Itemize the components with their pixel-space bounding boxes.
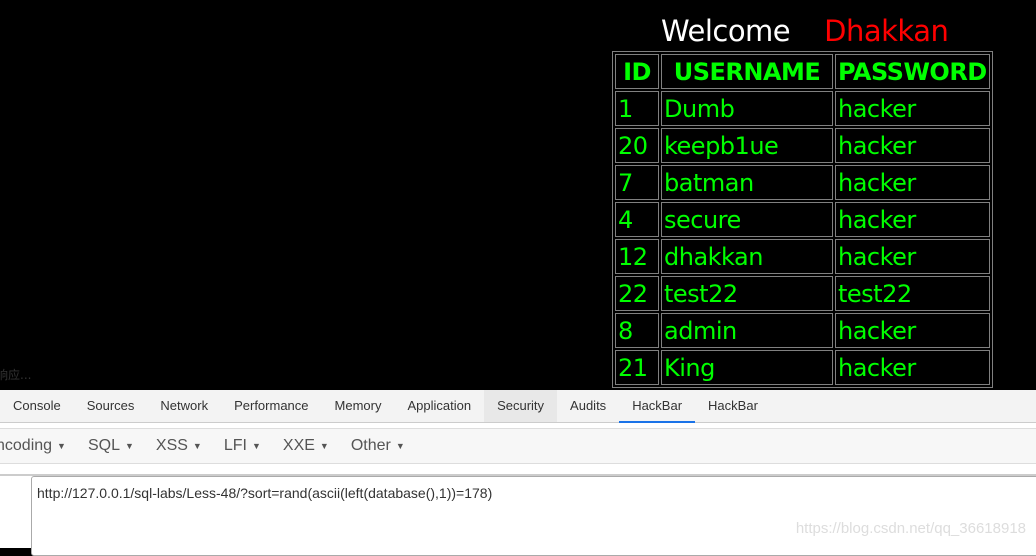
users-table: ID USERNAME PASSWORD 1 Dumb hacker 20 keepb1… [612, 51, 993, 388]
cell-id: 1 [615, 91, 659, 126]
web-page: Welcome Dhakkan ID USERNAME PASSWORD 1 Dum… [0, 0, 1036, 390]
status-text: 响应... [0, 368, 32, 382]
welcome-label: Welcome [661, 14, 791, 48]
cell-username: dhakkan [661, 239, 833, 274]
menu-xss[interactable]: XSS ▼ [156, 437, 202, 455]
cell-password: hacker [835, 165, 990, 200]
table-header-row: ID USERNAME PASSWORD [615, 54, 990, 89]
caret-down-icon: ▼ [57, 440, 66, 451]
tab-network[interactable]: Network [147, 390, 221, 422]
cell-password: hacker [835, 128, 990, 163]
menu-other[interactable]: Other ▼ [351, 437, 405, 455]
cell-username: secure [661, 202, 833, 237]
caret-down-icon: ▼ [192, 440, 202, 451]
menu-sql[interactable]: SQL ▼ [88, 437, 134, 455]
table-row: 8 admin hacker [615, 313, 990, 348]
cell-id: 22 [615, 276, 659, 311]
cell-username: batman [661, 165, 833, 200]
cell-username: Dumb [661, 91, 833, 126]
cell-password: hacker [835, 239, 990, 274]
cell-username: test22 [661, 276, 833, 311]
cell-id: 4 [615, 202, 659, 237]
menu-xxe[interactable]: XXE ▼ [283, 437, 329, 455]
welcome-heading: Welcome Dhakkan [661, 14, 949, 48]
devtools-panel: Console Sources Network Performance Memory Ap… [0, 390, 1036, 556]
menu-lfi[interactable]: LFI ▼ [224, 437, 261, 455]
cell-id: 7 [615, 165, 659, 200]
cell-id: 21 [615, 350, 659, 385]
cell-password: hacker [835, 202, 990, 237]
cell-password: hacker [835, 313, 990, 348]
cell-username: keepb1ue [661, 128, 833, 163]
caret-down-icon: ▼ [319, 440, 329, 451]
header-username: USERNAME [661, 54, 833, 89]
table-row: 1 Dumb hacker [615, 91, 990, 126]
menu-label: SQL [87, 437, 120, 454]
tab-application[interactable]: Application [394, 390, 484, 422]
menu-label: ncoding [0, 437, 53, 454]
tab-security[interactable]: Security [484, 390, 558, 422]
cell-password: test22 [835, 276, 990, 311]
tab-memory[interactable]: Memory [322, 390, 395, 422]
caret-down-icon: ▼ [251, 440, 261, 451]
tab-performance[interactable]: Performance [221, 390, 321, 422]
table-row: 21 King hacker [615, 350, 990, 385]
watermark: https://blog.csdn.net/qq_36618918 [795, 520, 1026, 537]
table-row: 12 dhakkan hacker [615, 239, 990, 274]
cell-username: King [661, 350, 833, 385]
tab-hackbar[interactable]: HackBar [619, 390, 695, 423]
table-row: 4 secure hacker [615, 202, 990, 237]
tab-audits[interactable]: Audits [557, 390, 619, 422]
table-row: 20 keepb1ue hacker [615, 128, 990, 163]
table-row: 7 batman hacker [615, 165, 990, 200]
cell-password: hacker [835, 350, 990, 385]
cell-id: 20 [615, 128, 659, 163]
tab-sources[interactable]: Sources [74, 390, 148, 422]
url-textarea[interactable]: http://127.0.0.1/sql-labs/Less-48/?sort=… [31, 476, 1036, 556]
cell-username: admin [661, 313, 833, 348]
caret-down-icon: ▼ [124, 440, 134, 451]
cell-id: 8 [615, 313, 659, 348]
caret-down-icon: ▼ [395, 440, 405, 451]
menu-ncoding[interactable]: ncoding ▼ [0, 437, 66, 455]
tab-hackbar[interactable]: HackBar [695, 390, 771, 422]
cell-password: hacker [835, 91, 990, 126]
hackbar-toolbar: ncoding ▼ SQL ▼ XSS ▼ LFI ▼ XXE ▼ Other ▼ [0, 428, 1036, 464]
menu-label: LFI [223, 437, 247, 454]
user-name: Dhakkan [824, 14, 949, 48]
devtools-tabs: Console Sources Network Performance Memory Ap… [0, 390, 1036, 423]
menu-label: XXE [282, 437, 315, 454]
menu-label: XSS [155, 437, 188, 454]
header-id: ID [615, 54, 659, 89]
tab-console[interactable]: Console [0, 390, 74, 422]
table-row: 22 test22 test22 [615, 276, 990, 311]
header-password: PASSWORD [835, 54, 990, 89]
menu-label: Other [350, 437, 391, 454]
cell-id: 12 [615, 239, 659, 274]
